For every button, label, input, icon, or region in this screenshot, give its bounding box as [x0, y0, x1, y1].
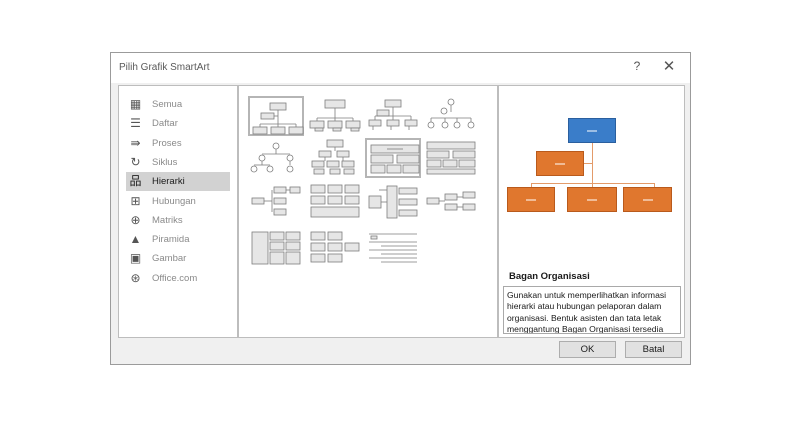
category-hierarki[interactable]: 品 Hierarki: [126, 172, 230, 192]
category-label: Gambar: [152, 253, 187, 265]
category-label: Semua: [152, 99, 183, 110]
cycle-icon: ↻: [130, 154, 141, 169]
layout-horizontal-multi-level[interactable]: [423, 182, 479, 222]
layout-organization-chart[interactable]: [248, 96, 304, 136]
layout-horizontal-org-chart-icon: [251, 186, 301, 216]
category-semua[interactable]: ▦ Semua: [126, 95, 230, 114]
layout-circle-picture-hierarchy-icon: [427, 98, 475, 129]
category-label: Daftar: [152, 118, 178, 130]
preview-connector: [592, 143, 593, 183]
list-icon: ☰: [130, 116, 141, 131]
layout-horizontal-hierarchy-icon: [426, 141, 476, 175]
category-label: Proses: [152, 137, 182, 149]
cancel-button[interactable]: Batal: [625, 341, 682, 358]
hierarchy-icon: 品: [129, 174, 142, 189]
relationship-icon: ⊞: [130, 193, 141, 208]
category-label: Office.com: [152, 272, 198, 284]
layout-hierarchy[interactable]: [248, 138, 304, 178]
smartart-dialog: Pilih Grafik SmartArt ? ✕ ▦ Semua ☰ Daftar ⇛…: [110, 52, 691, 365]
layout-labeled-hierarchy[interactable]: [307, 138, 363, 178]
layout-architecture-layout-icon: [310, 231, 360, 263]
all-icon: ▦: [129, 97, 142, 111]
category-matriks[interactable]: ⊕ Matriks: [126, 211, 230, 230]
globe-icon: ⊛: [130, 270, 141, 285]
process-icon: ⇛: [130, 135, 141, 150]
preview-child-node: [567, 187, 617, 212]
category-hubungan[interactable]: ⊞ Hubungan: [126, 192, 230, 211]
layout-circle-picture-hierarchy[interactable]: [423, 96, 479, 136]
preview-title: Bagan Organisasi: [509, 271, 590, 282]
layout-table-hierarchy-icon: [370, 144, 420, 174]
layout-labeled-hierarchy-icon: [311, 139, 355, 175]
layout-table-list-icon: [310, 184, 360, 218]
layout-lined-list-hierarchy[interactable]: [365, 182, 421, 222]
layout-lined-list[interactable]: [365, 228, 421, 268]
layout-architecture-layout[interactable]: [307, 228, 363, 268]
preview-top-node: [568, 118, 616, 143]
layout-horizontal-multi-level-icon: [426, 191, 476, 211]
category-label: Matriks: [152, 214, 183, 226]
pyramid-icon: ▲: [129, 232, 142, 247]
layout-table-hierarchy[interactable]: [365, 138, 421, 178]
category-piramida[interactable]: ▲ Piramida: [126, 230, 230, 249]
category-label: Hubungan: [152, 195, 196, 207]
picture-icon: ▣: [129, 251, 142, 266]
layout-horizontal-hierarchy[interactable]: [423, 138, 479, 178]
category-label: Siklus: [152, 156, 178, 168]
layout-bracket-hierarchy[interactable]: [248, 228, 304, 268]
layout-half-circle-org-chart[interactable]: [365, 96, 421, 136]
category-list: ▦ Semua ☰ Daftar ⇛ Proses ↻ Siklus 品 Hierarki ⊞ Hub…: [118, 85, 238, 338]
layout-bracket-hierarchy-icon: [251, 231, 301, 265]
layout-preview-panel: Bagan Organisasi Gunakan untuk memperlih…: [498, 85, 685, 338]
category-daftar[interactable]: ☰ Daftar: [126, 114, 230, 133]
layout-lined-list-icon: [369, 233, 417, 263]
layout-table-list[interactable]: [307, 182, 363, 222]
help-button[interactable]: ?: [630, 59, 644, 73]
category-gambar[interactable]: ▣ Gambar: [126, 249, 230, 268]
close-button[interactable]: ✕: [662, 57, 676, 75]
layout-organization-chart-icon: [252, 102, 304, 135]
category-label: Hierarki: [152, 176, 185, 188]
dialog-title: Pilih Grafik SmartArt: [119, 62, 210, 73]
category-siklus[interactable]: ↻ Siklus: [126, 153, 230, 172]
preview-assistant-node: [536, 151, 584, 176]
category-proses[interactable]: ⇛ Proses: [126, 134, 230, 153]
category-officecom[interactable]: ⊛ Office.com: [126, 269, 230, 288]
layout-lined-list-hierarchy-icon: [368, 185, 418, 219]
preview-child-node: [623, 187, 672, 212]
layout-gallery: [238, 85, 498, 338]
preview-child-node: [507, 187, 555, 212]
preview-connector: [531, 183, 655, 184]
layout-name-title-org-chart-icon: [309, 99, 361, 132]
layout-horizontal-org-chart[interactable]: [248, 182, 304, 222]
preview-description: Gunakan untuk memperlihatkan informasi h…: [503, 286, 681, 334]
ok-button[interactable]: OK: [559, 341, 616, 358]
layout-half-circle-org-chart-icon: [368, 99, 418, 130]
layout-name-title-org-chart[interactable]: [307, 96, 363, 136]
layout-hierarchy-icon: [250, 142, 294, 173]
matrix-icon: ⊕: [130, 212, 141, 227]
title-bar: Pilih Grafik SmartArt ? ✕: [111, 53, 690, 83]
category-label: Piramida: [152, 234, 190, 246]
